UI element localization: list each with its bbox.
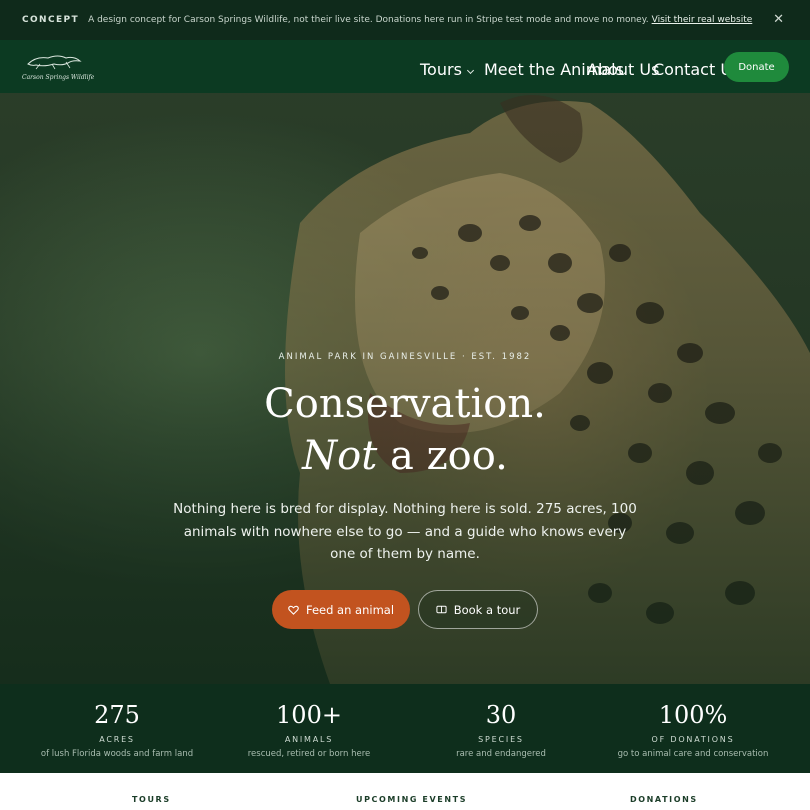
ticket-icon [436,605,447,614]
logo-text: Carson Springs Wildlife [22,74,95,81]
real-website-link[interactable]: Visit their real website [652,15,753,25]
stat-donations: 100% OF DONATIONS go to animal care and … [593,684,793,759]
stats-band: 275 ACRES of lush Florida woods and farm… [0,684,810,773]
stat-value: 275 [94,701,140,729]
hero-section: ANIMAL PARK IN GAINESVILLE · EST. 1982 C… [0,93,810,684]
close-icon[interactable]: ✕ [773,12,784,27]
heart-icon [288,605,299,615]
tour-button-label: Book a tour [453,602,521,617]
hero-subtitle: Nothing here is bred for display. Nothin… [173,501,637,562]
stat-animals: 100+ ANIMALS rescued, retired or born he… [209,684,409,759]
stat-label: ACRES [99,735,135,744]
stat-acres: 275 ACRES of lush Florida woods and farm… [17,684,217,759]
stat-desc: rescued, retired or born here [247,749,371,759]
stat-value: 100% [658,701,728,729]
stat-value: 100+ [276,701,342,729]
donate-button[interactable]: Donate [724,52,789,82]
main-navbar: Carson Springs Wildlife Tours Meet the A… [0,40,810,93]
stat-label: OF DONATIONS [651,735,735,744]
section-label-donations: DONATIONS [630,795,698,804]
section-strip: TOURS UPCOMING EVENTS DONATIONS [0,773,810,810]
chevron-down-icon [466,66,474,75]
headline-emphasis: Not [302,433,378,479]
cheetah-logo-icon [27,55,82,70]
stat-value: 30 [485,701,517,729]
nav-item-label: About Us [587,60,660,79]
nav-item-label: Tours [420,60,462,79]
feed-an-animal-button[interactable]: Feed an animal [272,590,410,629]
feed-button-label: Feed an animal [305,602,395,617]
banner-message: A design concept for Carson Springs Wild… [88,15,649,25]
concept-tag: CONCEPT [22,15,80,25]
site-logo[interactable]: Carson Springs Wildlife [22,50,95,84]
stat-desc: rare and endangered [456,749,546,759]
hero-headline: Conservation. Not a zoo. [0,378,810,482]
concept-banner: CONCEPT A design concept for Carson Spri… [0,0,810,40]
hero-kicker: ANIMAL PARK IN GAINESVILLE · EST. 1982 [278,352,532,362]
book-a-tour-button[interactable]: Book a tour [418,590,538,629]
stat-desc: go to animal care and conservation [617,749,769,759]
headline-line-2: Not a zoo. [0,430,810,482]
nav-item-tours[interactable]: Tours [420,60,474,79]
headline-line-2-rest: a zoo. [377,433,508,479]
stat-label: SPECIES [478,735,524,744]
stat-label: ANIMALS [284,735,334,744]
headline-line-1: Conservation. [264,381,546,427]
stat-desc: of lush Florida woods and farm land [40,749,194,759]
section-label-upcoming-events: UPCOMING EVENTS [356,795,468,804]
stat-species: 30 SPECIES rare and endangered [401,684,601,759]
nav-item-about-us[interactable]: About Us [587,60,659,79]
section-label-tours: TOURS [132,795,171,804]
